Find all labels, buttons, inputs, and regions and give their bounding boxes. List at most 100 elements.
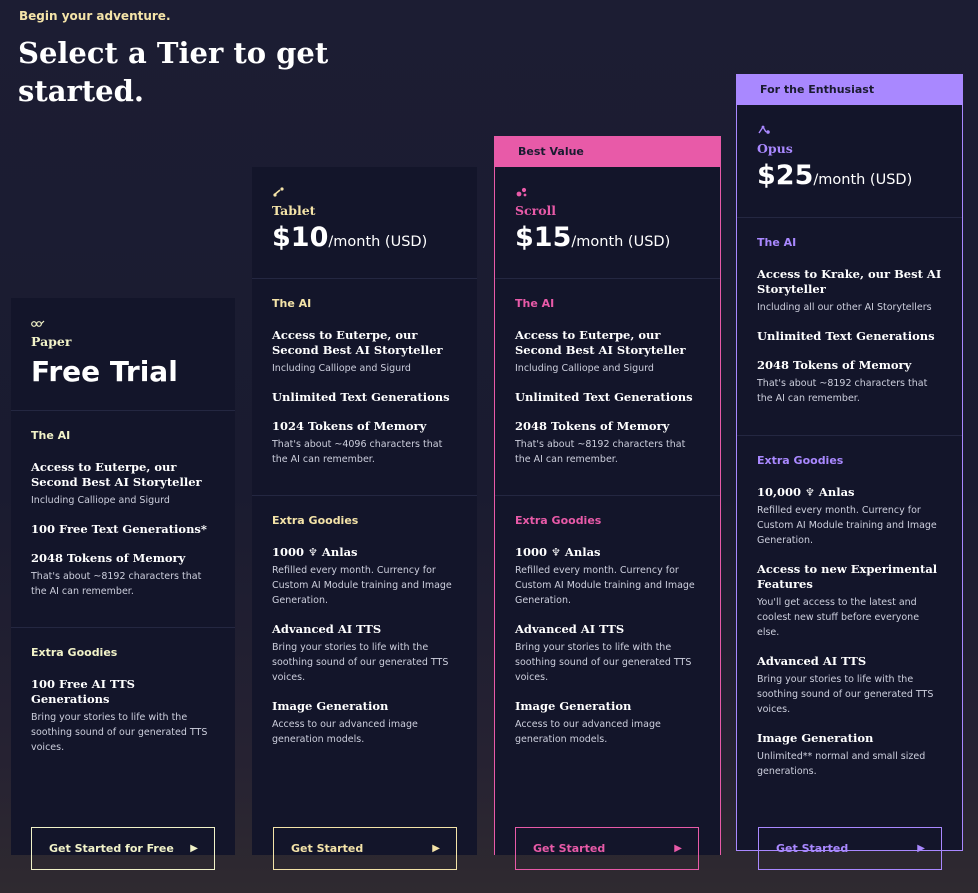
feature-title: Advanced AI TTS <box>757 654 867 668</box>
anlas-amount: 1000 <box>272 545 305 559</box>
feature-desc: Including Calliope and Sigurd <box>31 495 170 506</box>
feature-desc: Bring your stories to life with the soot… <box>31 712 208 753</box>
button-label: Get Started <box>533 842 606 855</box>
feature-title: Image Generation <box>272 699 389 713</box>
eyebrow-text: Begin your adventure. <box>19 9 171 23</box>
tier-card-paper: Paper Free Trial The AI Access to Euterp… <box>11 298 235 855</box>
section-label: Extra Goodies <box>31 646 118 659</box>
anlas-amount: 1000 <box>515 545 548 559</box>
paper-icon <box>31 318 215 332</box>
anlas-amount: 10,000 <box>757 485 802 499</box>
feature-desc: Refilled every month. Currency for Custo… <box>757 505 937 546</box>
tier-price: $10/month (USD) <box>272 222 457 253</box>
feature-item: 2048 Tokens of Memory That's about ~8192… <box>515 419 700 467</box>
anlas-unit: Anlas <box>321 545 358 559</box>
feature-title: 10,000 ♆ Anlas <box>757 485 942 500</box>
feature-title: 100 Free AI TTS Generations <box>31 677 135 706</box>
tier-name: Opus <box>757 141 793 156</box>
section-label: The AI <box>515 297 555 310</box>
get-started-tablet-button[interactable]: Get Started ▶ <box>273 827 457 870</box>
feature-desc: Unlimited** normal and small sized gener… <box>757 751 926 777</box>
feature-item: Access to Euterpe, our Second Best AI St… <box>31 460 215 508</box>
feature-desc: You'll get access to the latest and cool… <box>757 597 920 638</box>
opus-icon <box>757 125 942 139</box>
anlas-icon: ♆ <box>551 546 561 559</box>
feature-title: Access to Krake, our Best AI Storyteller <box>757 267 942 296</box>
feature-item: Unlimited Text Generations <box>272 390 457 405</box>
feature-title: 2048 Tokens of Memory <box>757 358 912 372</box>
feature-title: Advanced AI TTS <box>515 622 625 636</box>
feature-title: Image Generation <box>515 699 632 713</box>
extras-section: Extra Goodies 1000 ♆ Anlas Refilled ever… <box>252 495 477 747</box>
price-amount: $25 <box>757 160 814 191</box>
feature-title: Unlimited Text Generations <box>272 390 450 404</box>
button-label: Get Started for Free <box>49 842 174 855</box>
play-arrow-icon: ▶ <box>190 843 198 854</box>
feature-desc: Refilled every month. Currency for Custo… <box>272 565 452 606</box>
tier-name: Scroll <box>515 203 557 218</box>
section-label: Extra Goodies <box>272 514 359 527</box>
feature-desc: Including Calliope and Sigurd <box>272 363 411 374</box>
feature-desc: Including all our other AI Storytellers <box>757 302 932 313</box>
feature-title: 2048 Tokens of Memory <box>515 419 670 433</box>
enthusiast-ribbon: For the Enthusiast <box>736 74 963 105</box>
feature-item: 2048 Tokens of Memory That's about ~8192… <box>757 358 942 406</box>
tier-title: Free Trial <box>31 355 178 388</box>
anlas-icon: ♆ <box>308 546 318 559</box>
feature-item: Access to Krake, our Best AI Storyteller… <box>757 267 942 315</box>
section-label: The AI <box>272 297 312 310</box>
feature-desc: That's about ~8192 characters that the A… <box>757 378 928 404</box>
feature-item: Image Generation Unlimited** normal and … <box>757 731 942 779</box>
feature-title: Image Generation <box>757 731 874 745</box>
feature-desc: Access to our advanced image generation … <box>272 719 418 745</box>
feature-title: Unlimited Text Generations <box>515 390 693 404</box>
feature-item: Unlimited Text Generations <box>757 329 942 344</box>
price-amount: $15 <box>515 222 572 253</box>
feature-desc: Including Calliope and Sigurd <box>515 363 654 374</box>
price-period: /month (USD) <box>328 234 428 250</box>
get-started-opus-button[interactable]: Get Started ▶ <box>758 827 942 870</box>
feature-item: 10,000 ♆ Anlas Refilled every month. Cur… <box>757 485 942 548</box>
button-label: Get Started <box>291 842 364 855</box>
feature-title: 1000 ♆ Anlas <box>515 545 700 560</box>
ai-section: The AI Access to Euterpe, our Second Bes… <box>11 410 235 627</box>
price-period: /month (USD) <box>571 234 671 250</box>
page-title: Select a Tier to get started. <box>18 36 329 108</box>
feature-title: Access to Euterpe, our Second Best AI St… <box>272 328 443 357</box>
anlas-icon: ♆ <box>805 486 815 499</box>
feature-item: Advanced AI TTS Bring your stories to li… <box>757 654 942 717</box>
section-label: The AI <box>757 236 797 249</box>
feature-title: 100 Free Text Generations* <box>31 522 207 536</box>
feature-item: Image Generation Access to our advanced … <box>515 699 700 747</box>
feature-desc: That's about ~8192 characters that the A… <box>31 571 202 597</box>
feature-desc: Bring your stories to life with the soot… <box>515 642 692 683</box>
price-period: /month (USD) <box>813 172 913 188</box>
tier-name: Tablet <box>272 203 316 218</box>
feature-desc: Bring your stories to life with the soot… <box>272 642 449 683</box>
feature-desc: Refilled every month. Currency for Custo… <box>515 565 695 606</box>
get-started-free-button[interactable]: Get Started for Free ▶ <box>31 827 215 870</box>
section-label: Extra Goodies <box>757 454 844 467</box>
feature-item: 1000 ♆ Anlas Refilled every month. Curre… <box>272 545 457 608</box>
ai-section: The AI Access to Euterpe, our Second Bes… <box>495 278 720 495</box>
best-value-ribbon: Best Value <box>494 136 721 167</box>
feature-item: 100 Free AI TTS Generations Bring your s… <box>31 677 215 755</box>
feature-title: Access to new Experimental Features <box>757 562 938 591</box>
feature-item: Access to Euterpe, our Second Best AI St… <box>515 328 700 376</box>
play-arrow-icon: ▶ <box>432 843 440 854</box>
feature-title: Unlimited Text Generations <box>757 329 935 343</box>
get-started-scroll-button[interactable]: Get Started ▶ <box>515 827 699 870</box>
feature-item: Image Generation Access to our advanced … <box>272 699 457 747</box>
ai-section: The AI Access to Euterpe, our Second Bes… <box>252 278 477 495</box>
extras-section: Extra Goodies 10,000 ♆ Anlas Refilled ev… <box>737 435 962 779</box>
feature-desc: Bring your stories to life with the soot… <box>757 674 934 715</box>
section-label: Extra Goodies <box>515 514 602 527</box>
tier-price: $25/month (USD) <box>757 160 942 191</box>
feature-title: Access to Euterpe, our Second Best AI St… <box>515 328 686 357</box>
play-arrow-icon: ▶ <box>674 843 682 854</box>
extras-section: Extra Goodies 100 Free AI TTS Generation… <box>11 627 235 755</box>
anlas-unit: Anlas <box>818 485 855 499</box>
feature-desc: That's about ~8192 characters that the A… <box>515 439 686 465</box>
tier-price: $15/month (USD) <box>515 222 700 253</box>
scroll-icon <box>515 187 700 201</box>
